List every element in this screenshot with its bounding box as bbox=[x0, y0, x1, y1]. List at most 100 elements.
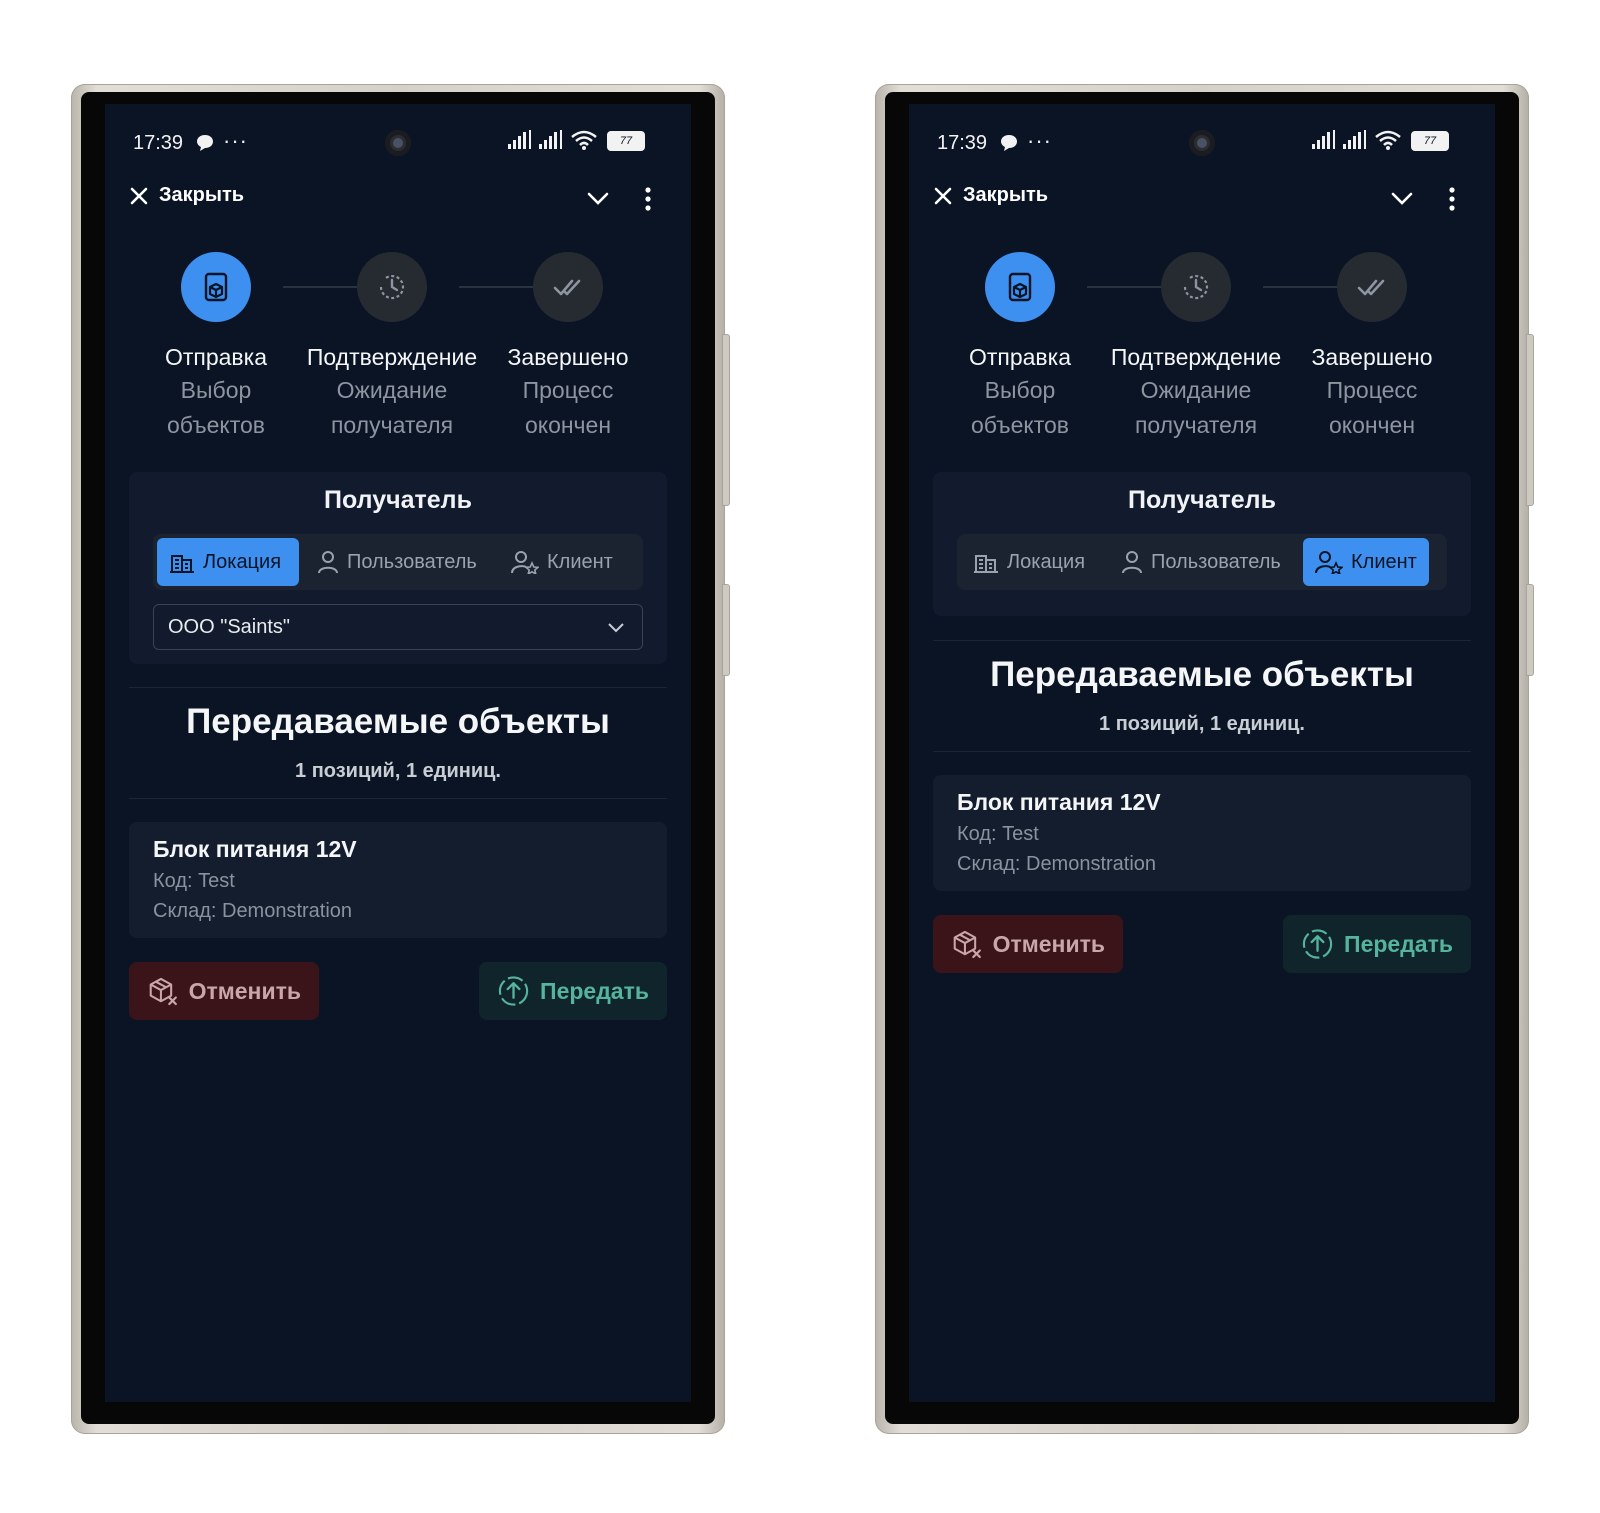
recipient-card: Получатель Локация Пользователь Клиент bbox=[933, 472, 1471, 616]
bezel: 17:39 ··· 77 Закрыть Отправка Выбор объе… bbox=[885, 92, 1519, 1424]
phone-frame-left: 17:39 ··· 77 Закрыть Отправка Выбор объе… bbox=[71, 84, 730, 1434]
clock-history-icon bbox=[1183, 274, 1209, 300]
step-completed: Завершено Процесс окончен bbox=[1277, 252, 1467, 443]
send-button[interactable]: Передать bbox=[1283, 915, 1471, 973]
collapse-chevron-icon[interactable] bbox=[1389, 186, 1415, 212]
recipient-type-selector: Локация Пользователь Клиент bbox=[957, 534, 1447, 590]
status-time: 17:39 bbox=[133, 132, 184, 154]
objects-title: Передаваемые объекты bbox=[990, 655, 1414, 694]
recipient-title: Получатель bbox=[1128, 486, 1276, 514]
package-cancel-icon bbox=[149, 977, 177, 1006]
power-button bbox=[722, 584, 730, 676]
step-title: Подтверждение bbox=[1110, 344, 1282, 370]
step-title: Завершено bbox=[507, 344, 629, 370]
front-camera bbox=[385, 130, 411, 156]
status-time: 17:39 bbox=[937, 132, 988, 154]
building-icon bbox=[974, 555, 998, 573]
volume-button bbox=[1526, 334, 1534, 506]
signal-icon bbox=[508, 130, 531, 149]
step-confirmation: Подтверждение Ожидание получателя bbox=[297, 252, 487, 443]
tab-location[interactable]: Локация bbox=[157, 538, 299, 586]
power-button bbox=[1526, 584, 1534, 676]
user-star-icon bbox=[511, 551, 539, 574]
package-send-icon bbox=[204, 272, 228, 302]
more-notifications-icon: ··· bbox=[1027, 128, 1052, 153]
status-bar: 17:39 ··· 77 bbox=[909, 126, 1495, 162]
upload-circle-icon bbox=[1302, 929, 1333, 959]
recipient-select[interactable]: ООО "Saints" bbox=[153, 604, 643, 650]
list-item[interactable]: Блок питания 12V Код: Test Склад: Demons… bbox=[933, 775, 1471, 891]
step-title: Отправка bbox=[164, 344, 268, 370]
step-sending: Отправка Выбор объектов bbox=[925, 252, 1115, 443]
phone-frame-right: 17:39 ··· 77 Закрыть Отправка Выбор объе… bbox=[875, 84, 1534, 1434]
step-title: Подтверждение bbox=[306, 344, 478, 370]
objects-title: Передаваемые объекты bbox=[186, 702, 610, 741]
objects-summary: 1 позиций, 1 единиц. bbox=[295, 760, 501, 782]
wifi-icon bbox=[1375, 130, 1401, 150]
step-circle bbox=[181, 252, 251, 322]
chat-notification-icon bbox=[197, 135, 213, 151]
close-label: Закрыть bbox=[963, 184, 1049, 206]
tab-client[interactable]: Клиент bbox=[1303, 538, 1429, 586]
battery-icon: 77 bbox=[1411, 131, 1449, 151]
cancel-label: Отменить bbox=[992, 930, 1105, 957]
divider bbox=[129, 687, 667, 688]
step-confirmation: Подтверждение Ожидание получателя bbox=[1101, 252, 1291, 443]
more-vert-icon[interactable] bbox=[1447, 186, 1457, 212]
package-cancel-icon bbox=[953, 930, 981, 959]
step-circle bbox=[1161, 252, 1231, 322]
tab-user[interactable]: Пользователь bbox=[1109, 538, 1299, 586]
step-subtitle: Выбор объектов bbox=[167, 377, 265, 438]
divider bbox=[933, 751, 1471, 752]
objects-summary: 1 позиций, 1 единиц. bbox=[1099, 713, 1305, 735]
step-circle bbox=[985, 252, 1055, 322]
step-title: Отправка bbox=[968, 344, 1072, 370]
item-code: Код: Test bbox=[153, 870, 235, 892]
stepper: Отправка Выбор объектов Подтверждение Ож… bbox=[105, 252, 691, 452]
signal-icon-2 bbox=[539, 130, 562, 149]
step-subtitle: Процесс окончен bbox=[522, 377, 614, 438]
status-bar: 17:39 ··· 77 bbox=[105, 126, 691, 162]
item-name: Блок питания 12V bbox=[153, 836, 357, 862]
item-name: Блок питания 12V bbox=[957, 789, 1161, 815]
send-label: Передать bbox=[540, 977, 649, 1004]
close-icon bbox=[130, 187, 148, 204]
cancel-button[interactable]: Отменить bbox=[129, 962, 319, 1020]
step-subtitle: Ожидание получателя bbox=[330, 377, 454, 438]
upload-circle-icon bbox=[498, 976, 529, 1006]
item-code: Код: Test bbox=[957, 823, 1039, 845]
more-notifications-icon: ··· bbox=[223, 128, 248, 153]
user-icon bbox=[318, 551, 338, 574]
bezel: 17:39 ··· 77 Закрыть Отправка Выбор объе… bbox=[81, 92, 715, 1424]
close-icon bbox=[934, 187, 952, 204]
building-icon bbox=[170, 555, 194, 573]
send-button[interactable]: Передать bbox=[479, 962, 667, 1020]
clock-history-icon bbox=[379, 274, 405, 300]
tab-location[interactable]: Локация bbox=[961, 538, 1103, 586]
more-vert-icon[interactable] bbox=[643, 186, 653, 212]
collapse-chevron-icon[interactable] bbox=[585, 186, 611, 212]
package-send-icon bbox=[1008, 272, 1032, 302]
tab-label: Локация bbox=[203, 550, 282, 573]
user-star-icon bbox=[1315, 551, 1343, 574]
top-bar: Закрыть bbox=[105, 178, 691, 222]
close-button[interactable]: Закрыть bbox=[129, 184, 244, 207]
step-subtitle: Ожидание получателя bbox=[1134, 377, 1258, 438]
tab-label: Пользователь bbox=[347, 550, 477, 573]
tab-user[interactable]: Пользователь bbox=[305, 538, 495, 586]
recipient-card: Получатель Локация Пользователь Клиент bbox=[129, 472, 667, 664]
screen-right: 17:39 ··· 77 Закрыть Отправка Выбор объе… bbox=[909, 104, 1495, 1402]
signal-icon bbox=[1312, 130, 1335, 149]
close-label: Закрыть bbox=[159, 184, 245, 206]
recipient-type-selector: Локация Пользователь Клиент bbox=[153, 534, 643, 590]
step-sending: Отправка Выбор объектов bbox=[121, 252, 311, 443]
cancel-button[interactable]: Отменить bbox=[933, 915, 1123, 973]
step-completed: Завершено Процесс окончен bbox=[473, 252, 663, 443]
tab-client[interactable]: Клиент bbox=[499, 538, 625, 586]
list-item[interactable]: Блок питания 12V Код: Test Склад: Demons… bbox=[129, 822, 667, 938]
chat-notification-icon bbox=[1001, 135, 1017, 151]
step-title: Завершено bbox=[1311, 344, 1433, 370]
close-button[interactable]: Закрыть bbox=[933, 184, 1048, 207]
step-circle bbox=[533, 252, 603, 322]
tab-label: Локация bbox=[1007, 550, 1086, 573]
